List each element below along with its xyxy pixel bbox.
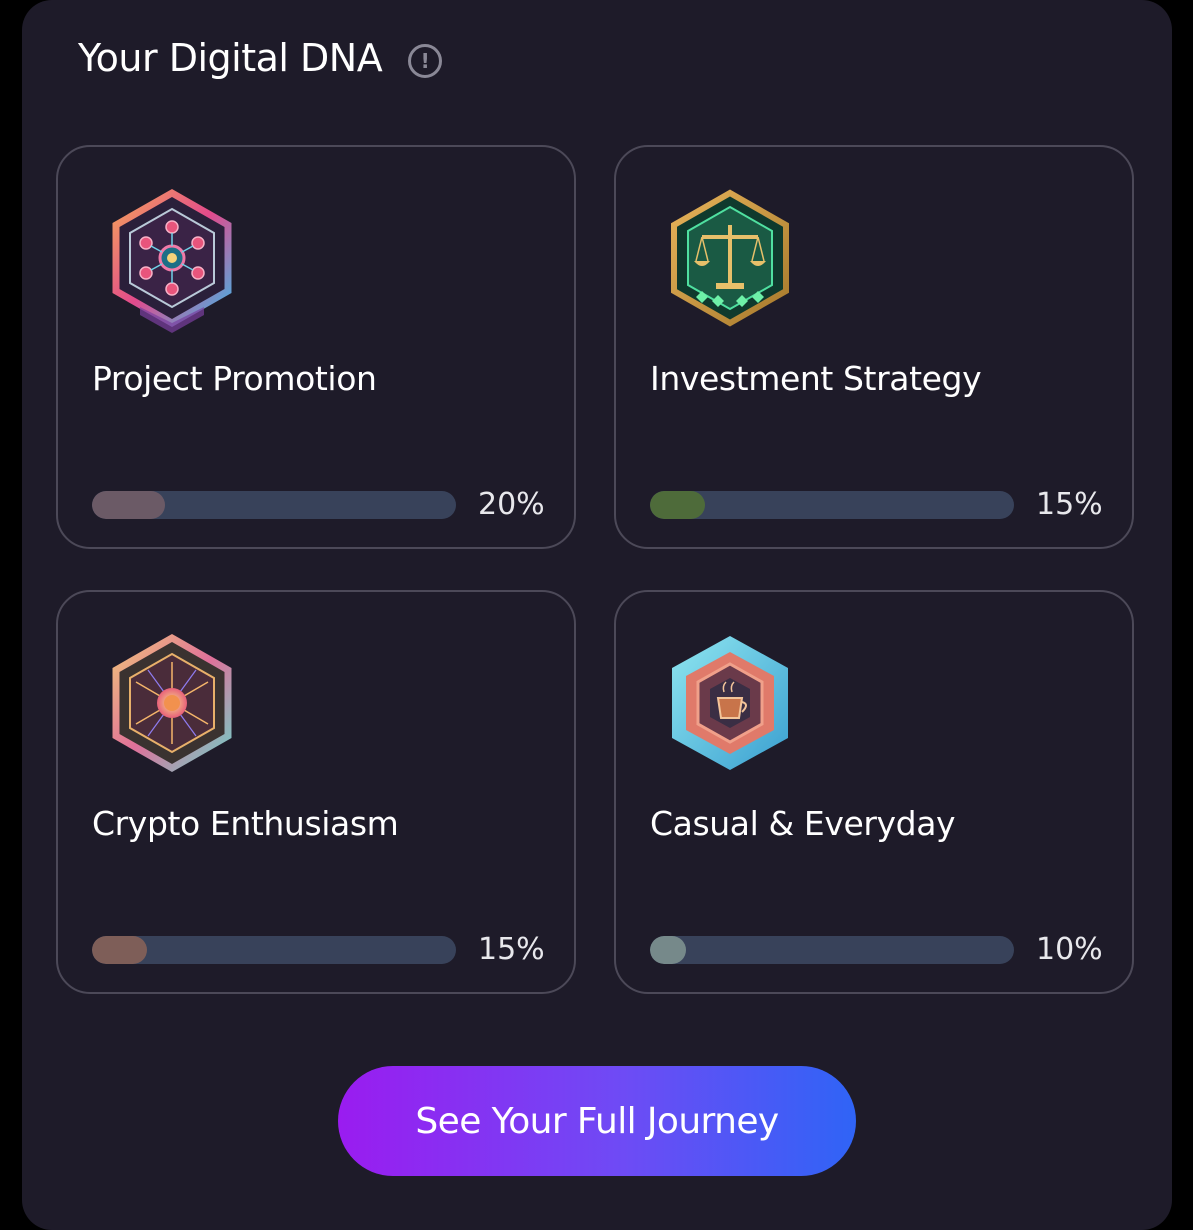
dna-card-casual-everyday[interactable]: Casual & Everyday 10%	[614, 590, 1134, 994]
progress-fill	[92, 491, 165, 519]
progress-percent: 15%	[1036, 487, 1103, 522]
progress-fill	[650, 491, 705, 519]
see-full-journey-button[interactable]: See Your Full Journey	[338, 1066, 856, 1176]
page-title: Your Digital DNA	[78, 36, 383, 80]
balance-scale-hexagon-badge-icon	[671, 189, 789, 327]
progress-fill	[650, 936, 687, 964]
network-hexagon-badge-icon	[112, 188, 232, 333]
card-label: Project Promotion	[92, 359, 377, 398]
starburst-hexagon-badge-icon	[112, 633, 232, 773]
dna-card-investment-strategy[interactable]: Investment Strategy 15%	[614, 145, 1134, 549]
card-label: Investment Strategy	[650, 359, 982, 398]
progress-track	[650, 491, 1014, 519]
progress-track	[650, 936, 1014, 964]
progress-percent: 15%	[478, 932, 545, 967]
dna-card-crypto-enthusiasm[interactable]: Crypto Enthusiasm 15%	[56, 590, 576, 994]
info-icon[interactable]: !	[408, 44, 443, 78]
digital-dna-panel: Your Digital DNA ! Project Promotion 20%…	[22, 0, 1172, 1230]
progress-percent: 10%	[1036, 932, 1103, 967]
coffee-cup-hexagon-badge-icon	[672, 636, 788, 770]
panel-header: Your Digital DNA !	[78, 36, 443, 80]
card-label: Crypto Enthusiasm	[92, 804, 399, 843]
progress-track	[92, 491, 456, 519]
progress-percent: 20%	[478, 487, 545, 522]
card-label: Casual & Everyday	[650, 804, 956, 843]
progress-fill	[92, 936, 147, 964]
progress-track	[92, 936, 456, 964]
dna-card-project-promotion[interactable]: Project Promotion 20%	[56, 145, 576, 549]
